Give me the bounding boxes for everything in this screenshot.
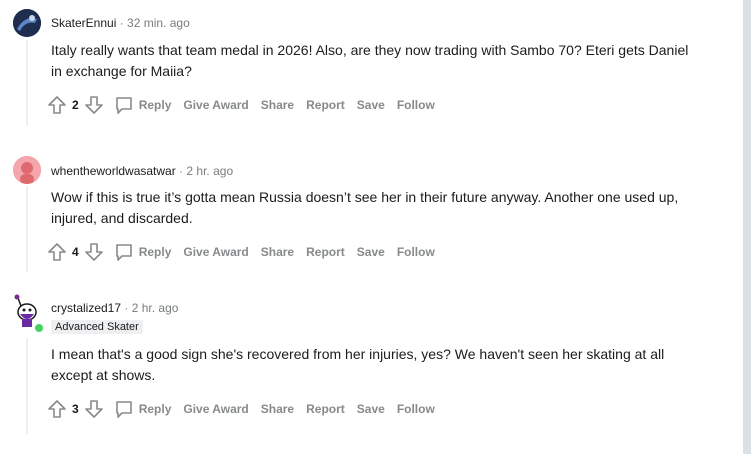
vote-score: 2 — [72, 98, 79, 112]
reply-label: Reply — [138, 245, 172, 259]
give-award-button[interactable]: Give Award — [183, 98, 248, 112]
comment-meta: crystalized17 · 2 hr. ago — [51, 301, 178, 315]
comment-actions: 2 Reply Give Award Share Report Save Fol… — [47, 93, 435, 117]
share-button[interactable]: Share — [261, 245, 294, 259]
avatar[interactable] — [13, 294, 45, 334]
comment-body: I mean that's a good sign she's recovere… — [51, 346, 665, 383]
report-button[interactable]: Report — [306, 245, 345, 259]
follow-button[interactable]: Follow — [397, 402, 435, 416]
comment-bubble-icon — [115, 97, 132, 114]
comments-panel: SkaterEnnui · 32 min. ago Italy really w… — [0, 0, 743, 454]
thread-line[interactable] — [26, 186, 28, 272]
avatar[interactable] — [13, 9, 41, 37]
reply-button[interactable]: Reply — [114, 95, 172, 115]
thread-line[interactable] — [26, 40, 28, 126]
comment-actions: 3 Reply Give Award Share Report Save Fol… — [47, 397, 435, 421]
report-button[interactable]: Report — [306, 402, 345, 416]
timestamp[interactable]: · 32 min. ago — [120, 16, 190, 30]
comment-body: Wow if this is true it’s gotta mean Russ… — [51, 189, 679, 226]
upvote-icon[interactable] — [47, 95, 67, 115]
thread-line[interactable] — [26, 338, 28, 434]
save-button[interactable]: Save — [357, 245, 385, 259]
author-name[interactable]: crystalized17 — [51, 301, 121, 315]
save-button[interactable]: Save — [357, 98, 385, 112]
downvote-icon[interactable] — [84, 95, 104, 115]
reply-button[interactable]: Reply — [114, 242, 172, 262]
comment-meta: SkaterEnnui · 32 min. ago — [51, 16, 190, 30]
give-award-button[interactable]: Give Award — [183, 245, 248, 259]
share-button[interactable]: Share — [261, 98, 294, 112]
comment-meta: whentheworldwasatwar · 2 hr. ago — [51, 164, 233, 178]
comment-body: Italy really wants that team medal in 20… — [51, 42, 689, 79]
timestamp[interactable]: · 2 hr. ago — [124, 301, 178, 315]
reply-button[interactable]: Reply — [114, 399, 172, 419]
user-flair: Advanced Skater — [51, 320, 143, 334]
downvote-icon[interactable] — [84, 242, 104, 262]
author-name[interactable]: SkaterEnnui — [51, 16, 116, 30]
comment-actions: 4 Reply Give Award Share Report Save Fol… — [47, 240, 435, 264]
author-name[interactable]: whentheworldwasatwar — [51, 164, 176, 178]
timestamp[interactable]: · 2 hr. ago — [179, 164, 233, 178]
vote-score: 3 — [72, 402, 79, 416]
upvote-icon[interactable] — [47, 399, 67, 419]
report-button[interactable]: Report — [306, 98, 345, 112]
upvote-icon[interactable] — [47, 242, 67, 262]
give-award-button[interactable]: Give Award — [183, 402, 248, 416]
reply-label: Reply — [138, 402, 172, 416]
vote-score: 4 — [72, 245, 79, 259]
comment-bubble-icon — [115, 244, 132, 261]
save-button[interactable]: Save — [357, 402, 385, 416]
online-status-icon — [33, 322, 45, 334]
follow-button[interactable]: Follow — [397, 245, 435, 259]
reply-label: Reply — [138, 98, 172, 112]
follow-button[interactable]: Follow — [397, 98, 435, 112]
comment-bubble-icon — [115, 401, 132, 418]
downvote-icon[interactable] — [84, 399, 104, 419]
avatar[interactable] — [13, 156, 41, 184]
share-button[interactable]: Share — [261, 402, 294, 416]
